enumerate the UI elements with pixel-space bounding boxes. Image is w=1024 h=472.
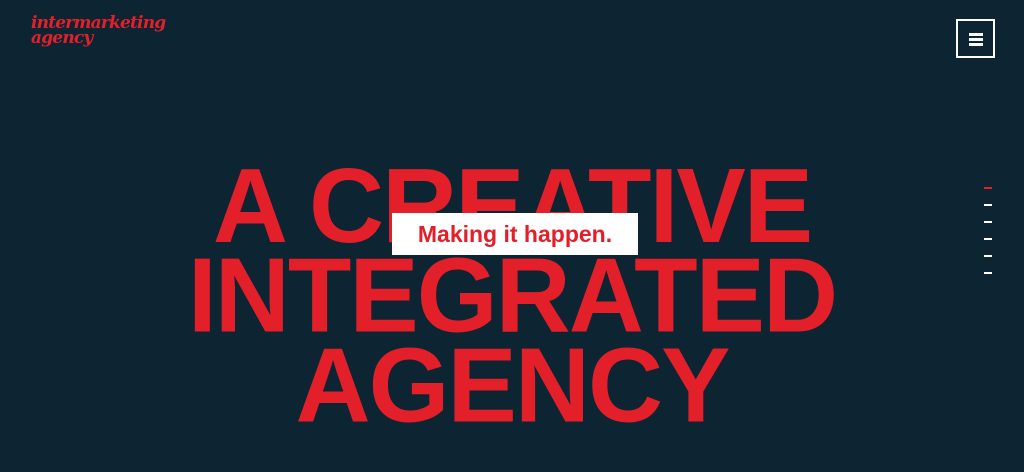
logo-line-2: agency: [31, 28, 93, 48]
menu-button[interactable]: [956, 19, 995, 58]
headline-line-3: AGENCY: [295, 326, 731, 445]
hamburger-icon-bar: [969, 38, 983, 41]
pagination-dash-1[interactable]: [984, 187, 992, 189]
tagline-box: Making it happen.: [392, 213, 638, 255]
hamburger-icon-bar: [969, 43, 983, 46]
agency-logo[interactable]: intermarketing agency: [31, 15, 166, 48]
pagination-dash-2[interactable]: [984, 204, 992, 206]
pagination-dash-3[interactable]: [984, 221, 992, 223]
hero-page: intermarketing agency A CREATIVE INTEGRA…: [0, 0, 1024, 472]
pagination-dash-6[interactable]: [984, 272, 992, 274]
pagination-dash-4[interactable]: [984, 238, 992, 240]
section-pagination: [984, 187, 994, 289]
pagination-dash-5[interactable]: [984, 255, 992, 257]
hamburger-icon: [969, 33, 983, 36]
hero-headline: A CREATIVE INTEGRATED AGENCY: [0, 153, 1024, 445]
